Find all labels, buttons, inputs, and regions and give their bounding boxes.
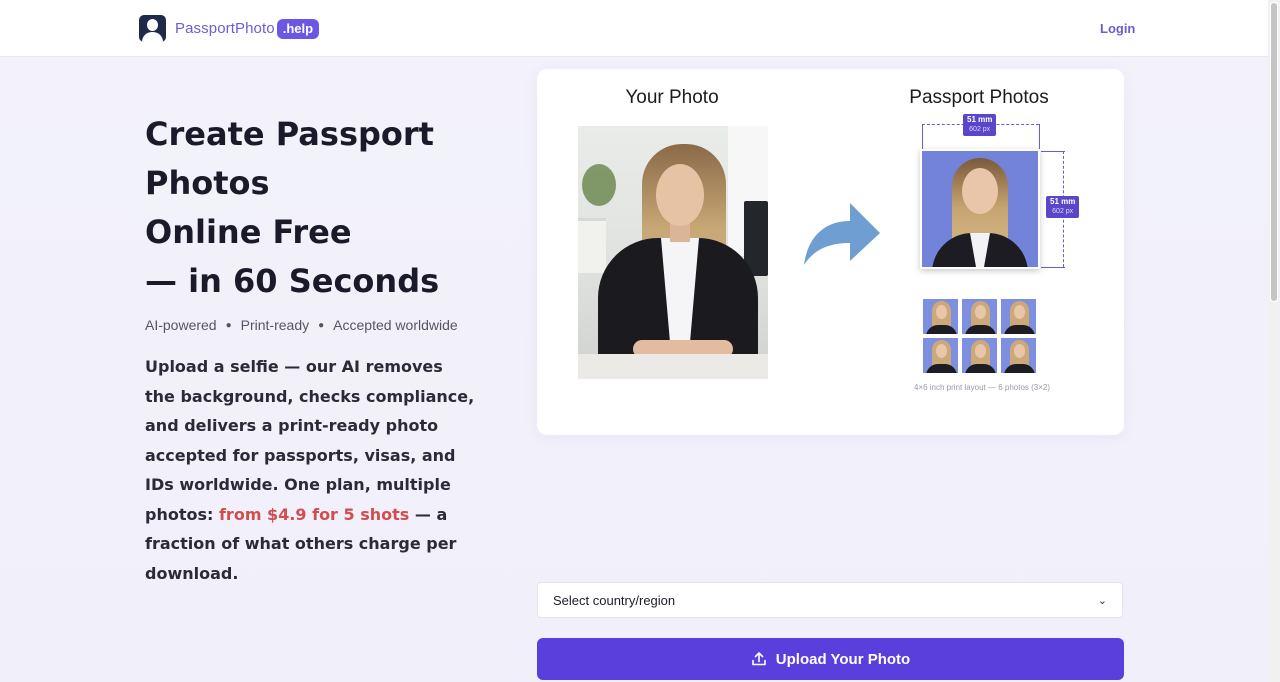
upload-icon [751,652,766,666]
preview-card: Your Photo Passport Photos 51 mm 602 px [537,69,1124,435]
tag-accepted-worldwide: Accepted worldwide [333,317,458,333]
upload-photo-label: Upload Your Photo [775,650,911,668]
height-mm: 51 mm [1050,197,1076,206]
print-layout-caption: 4×6 inch print layout — 6 photos (3×2) [913,383,1051,392]
original-photo [578,126,768,379]
print-thumbnail [922,298,959,335]
print-thumbnail [961,337,998,374]
your-photo-title: Your Photo [625,87,719,108]
user-portrait-icon [139,15,166,42]
width-px: 602 px [969,126,991,133]
description-main: Upload a selfie — our AI removes the bac… [145,357,475,524]
logo-text: PassportPhoto [175,20,275,37]
hero-title: Create Passport Photos Online Free — in … [145,110,485,306]
print-thumbnail [922,337,959,374]
print-layout-grid [922,298,1040,374]
hero-title-line-1: Create Passport [145,115,434,153]
logo-badge: .help [276,18,320,39]
scrollbar-thumb[interactable] [1270,2,1278,302]
width-dimension-label: 51 mm 602 px [963,114,997,136]
width-mm: 51 mm [967,115,993,124]
hero-title-line-3: Online Free [145,213,352,251]
hero-title-line-2: Photos [145,164,270,202]
upload-photo-button[interactable]: Upload Your Photo [537,638,1124,680]
passport-photo-preview [920,149,1040,269]
login-link[interactable]: Login [1100,21,1135,36]
bullet-dot: ● [225,319,232,331]
hero-description: Upload a selfie — our AI removes the bac… [145,352,475,588]
hero-title-line-4: — in 60 Seconds [145,262,440,300]
page-scrollbar[interactable] [1268,0,1280,682]
price-highlight: from $4.9 for 5 shots [218,504,410,524]
height-dimension-label: 51 mm 602 px [1046,196,1080,218]
curved-arrow-icon [804,203,880,265]
bullet-dot: ● [318,319,325,331]
top-nav: PassportPhoto .help Login [0,0,1280,57]
country-select-value: Select country/region [553,592,676,608]
print-thumbnail [1000,298,1037,335]
passport-photos-title: Passport Photos [909,87,1049,108]
feature-tags: AI-powered ● Print-ready ● Accepted worl… [145,317,458,333]
chevron-down-icon: ⌄ [1097,594,1107,607]
print-thumbnail [1000,337,1037,374]
height-px: 602 px [1052,208,1074,215]
tag-print-ready: Print-ready [240,317,310,333]
logo[interactable]: PassportPhoto .help [139,15,320,42]
print-thumbnail [961,298,998,335]
country-select[interactable]: Select country/region ⌄ [537,582,1123,618]
tag-ai-powered: AI-powered [145,317,217,333]
